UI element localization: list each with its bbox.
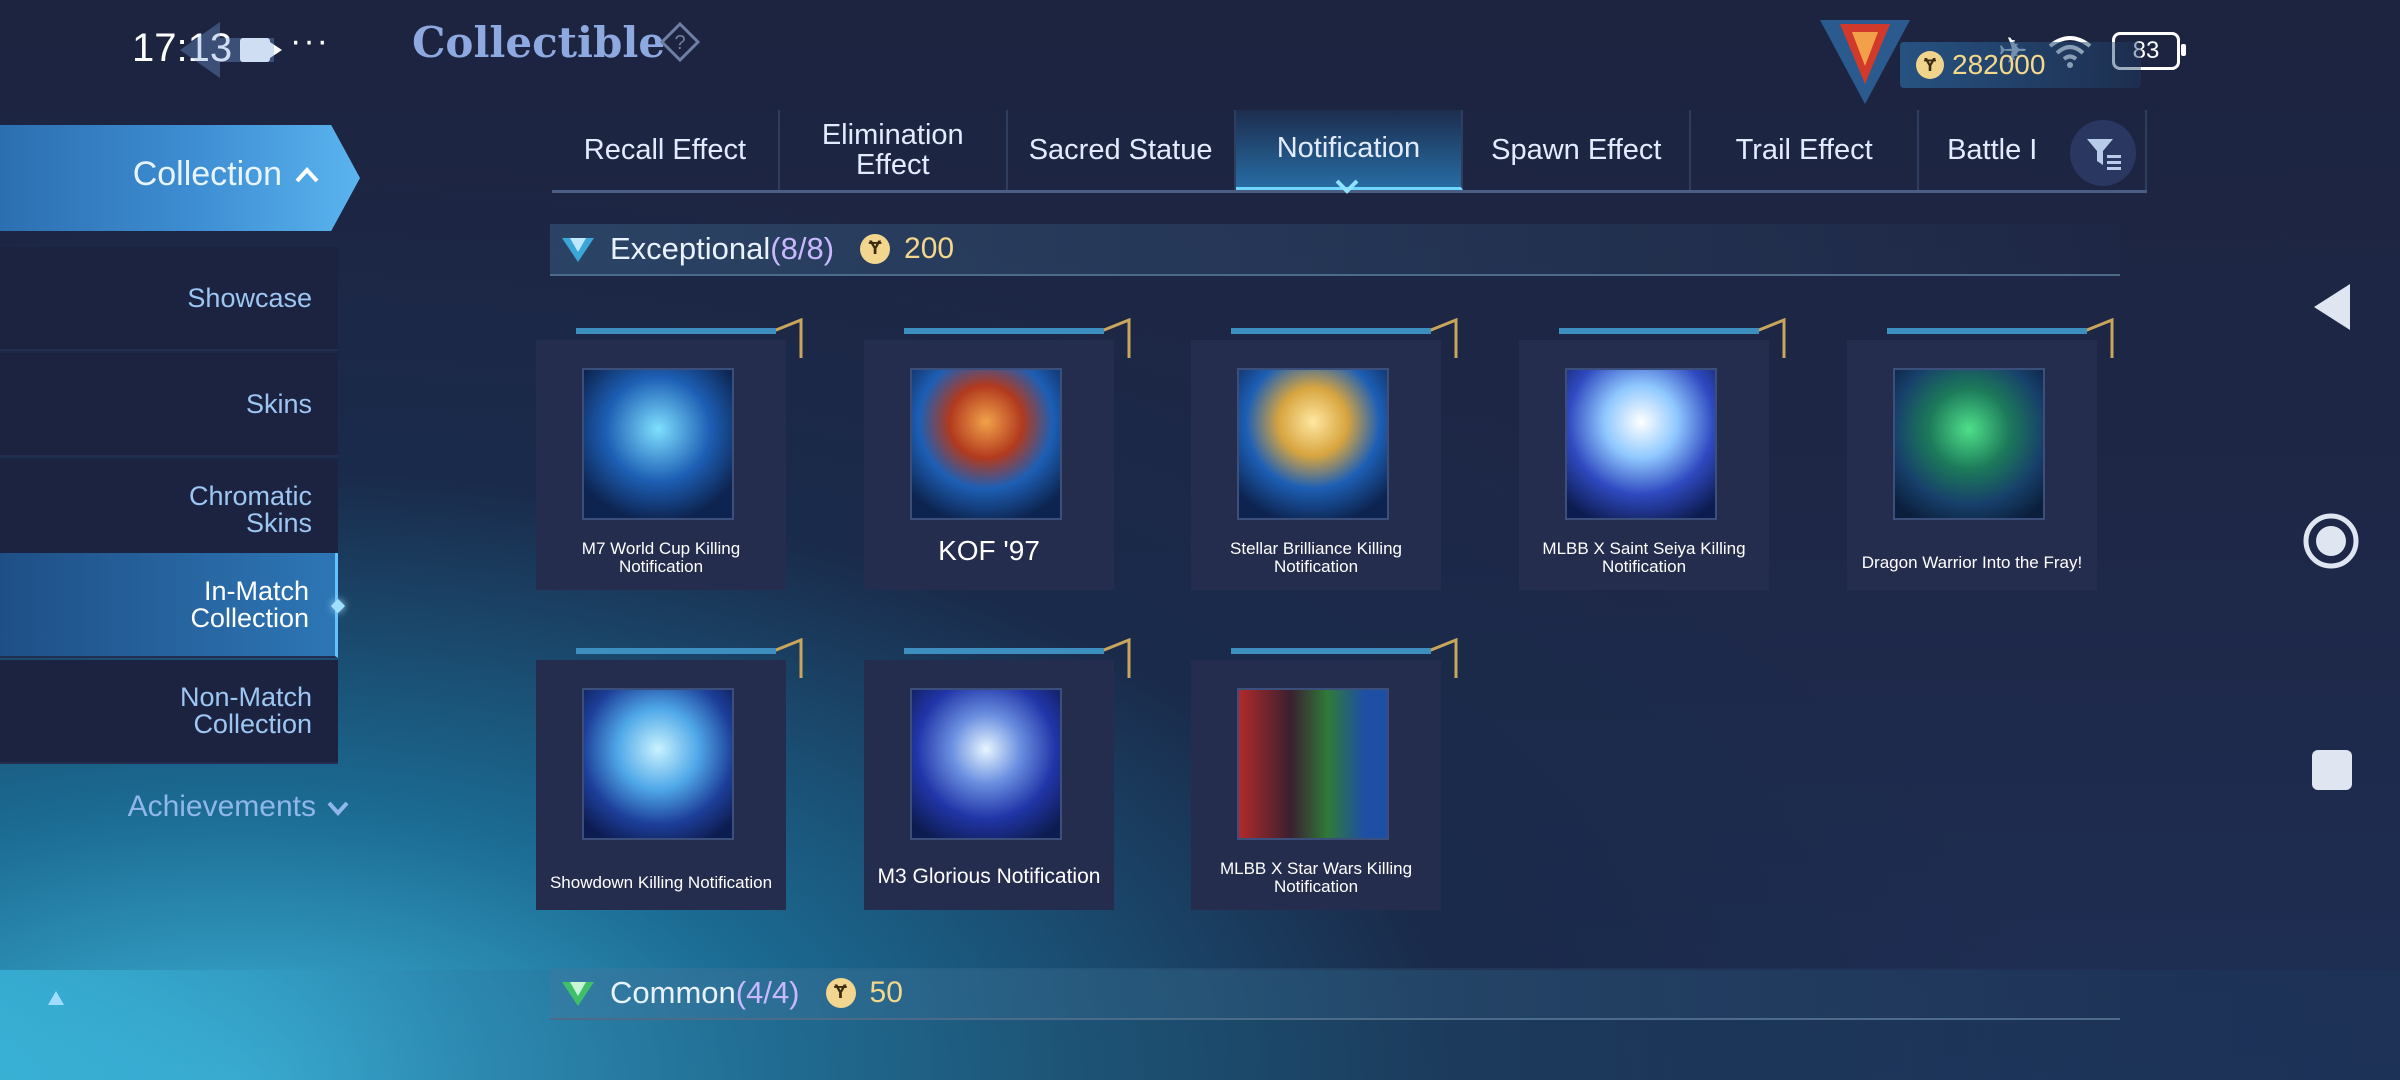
sidebar-item-label: Non-Match Collection xyxy=(179,682,312,739)
tab-elimination-effect[interactable]: Elimination Effect xyxy=(780,110,1008,190)
tab-trail-effect[interactable]: Trail Effect xyxy=(1691,110,1920,190)
ribbon-decoration xyxy=(1231,318,1458,358)
more-dots-icon: ··· xyxy=(290,22,330,60)
battle-point-icon: Ɏ xyxy=(825,978,856,1008)
tab-sacred-statue[interactable]: Sacred Statue xyxy=(1008,110,1236,190)
rarity-icon xyxy=(562,238,594,262)
card-label: KOF '97 xyxy=(938,535,1040,566)
sidebar-item-label: In-Match Collection xyxy=(190,575,309,633)
chevron-up-icon xyxy=(295,167,319,183)
sidebar-collection-label: Collection xyxy=(132,155,282,193)
help-icon[interactable]: ? xyxy=(660,22,700,62)
sidebar-item-non-match-collection[interactable]: Non-Match Collection xyxy=(0,660,338,764)
tab-recall-effect[interactable]: Recall Effect xyxy=(552,110,780,190)
tab-spawn-effect[interactable]: Spawn Effect xyxy=(1463,110,1692,190)
section-title: Exceptional xyxy=(610,231,771,266)
tab-label: Trail Effect xyxy=(1735,133,1873,166)
collectible-card[interactable]: M3 Glorious Notification xyxy=(864,638,1131,910)
sidebar-achievements[interactable]: Achievements xyxy=(0,790,350,824)
filter-button[interactable] xyxy=(2070,120,2136,186)
card-label: Showdown Killing Notification xyxy=(549,873,773,892)
card-thumbnail xyxy=(1565,368,1717,520)
currency-display: Ɏ 282000 xyxy=(1900,42,2141,88)
card-thumbnail xyxy=(1237,368,1389,520)
nav-recent-apps-icon[interactable] xyxy=(2312,750,2352,790)
card-thumbnail xyxy=(582,688,734,840)
ribbon-decoration xyxy=(576,318,803,358)
collectible-card[interactable]: KOF '97 xyxy=(864,318,1131,590)
page-title: Collectible xyxy=(412,18,666,67)
battle-point-icon: Ɏ xyxy=(860,234,891,264)
section-price: 50 xyxy=(869,976,903,1009)
card-label: MLBB X Saint Seiya Killing Notification xyxy=(1542,539,1746,576)
tab-label: Recall Effect xyxy=(583,133,747,166)
currency-amount: 282000 xyxy=(1952,49,2046,80)
tab-label: Elimination Effect xyxy=(821,118,964,181)
card-label: MLBB X Star Wars Killing Notification xyxy=(1219,859,1413,896)
section-title: Common xyxy=(610,975,736,1010)
collectible-card[interactable]: Stellar Brilliance Killing Notification xyxy=(1191,318,1458,590)
svg-text:?: ? xyxy=(674,32,685,54)
filter-icon xyxy=(2087,139,2121,170)
card-thumbnail xyxy=(1893,368,2045,520)
card-thumbnail xyxy=(1237,688,1389,840)
section-exceptional-header: Exceptional(8/8) Ɏ 200 xyxy=(550,224,2120,276)
tab-label: Battle I xyxy=(1947,133,2038,166)
sidebar-item-skins[interactable]: Skins xyxy=(0,353,338,457)
ribbon-decoration xyxy=(904,318,1131,358)
card-label: Stellar Brilliance Killing Notification xyxy=(1230,539,1402,576)
collectible-card[interactable]: MLBB X Saint Seiya Killing Notification xyxy=(1519,318,1786,590)
ribbon-decoration xyxy=(904,638,1131,678)
card-thumbnail xyxy=(910,368,1062,520)
ribbon-decoration xyxy=(1887,318,2114,358)
section-price: 200 xyxy=(904,232,955,265)
card-label: M3 Glorious Notification xyxy=(877,865,1101,888)
collectible-card[interactable]: M7 World Cup Killing Notification xyxy=(536,318,803,590)
section-count: (4/4) xyxy=(735,975,800,1010)
card-label: Dragon Warrior Into the Fray! xyxy=(1861,553,2083,572)
collectible-card[interactable]: Dragon Warrior Into the Fray! xyxy=(1847,318,2114,590)
achievements-label: Achievements xyxy=(127,790,316,823)
chevron-down-icon xyxy=(327,801,349,816)
sidebar-item-label: Skins xyxy=(245,388,312,419)
sidebar-item-showcase[interactable]: Showcase xyxy=(0,247,338,351)
tab-label: Sacred Statue xyxy=(1028,133,1213,166)
card-thumbnail xyxy=(910,688,1062,840)
ribbon-decoration xyxy=(576,638,803,678)
ribbon-decoration xyxy=(1231,638,1458,678)
sidebar-item-chromatic-skins[interactable]: Chromatic Skins xyxy=(0,459,338,563)
tab-label: Spawn Effect xyxy=(1491,133,1662,166)
back-arrow-icon[interactable] xyxy=(170,18,280,82)
sidebar-collection-header[interactable]: Collection xyxy=(0,125,360,231)
rarity-icon xyxy=(562,982,594,1006)
collectible-card[interactable]: MLBB X Star Wars Killing Notification xyxy=(1191,638,1458,910)
nav-home-icon[interactable] xyxy=(2302,512,2360,570)
triangle-icon xyxy=(48,991,64,1005)
sidebar-item-label: Chromatic Skins xyxy=(188,481,312,538)
section-count: (8/8) xyxy=(770,231,835,266)
section-common-header: Common(4/4) Ɏ 50 xyxy=(550,968,2120,1020)
tab-pointer-icon xyxy=(1335,179,1359,194)
nav-back-icon[interactable] xyxy=(2312,282,2352,332)
sidebar-item-in-match-collection[interactable]: In-Match Collection xyxy=(0,553,346,658)
active-indicator xyxy=(330,598,346,614)
battle-point-icon: Ɏ xyxy=(1916,51,1944,79)
card-label: M7 World Cup Killing Notification xyxy=(581,539,741,576)
ribbon-decoration xyxy=(1559,318,1786,358)
tab-label: Notification xyxy=(1276,132,1421,165)
card-thumbnail xyxy=(582,368,734,520)
collectible-card[interactable]: Showdown Killing Notification xyxy=(536,638,803,910)
sidebar-item-label: Showcase xyxy=(187,282,312,313)
